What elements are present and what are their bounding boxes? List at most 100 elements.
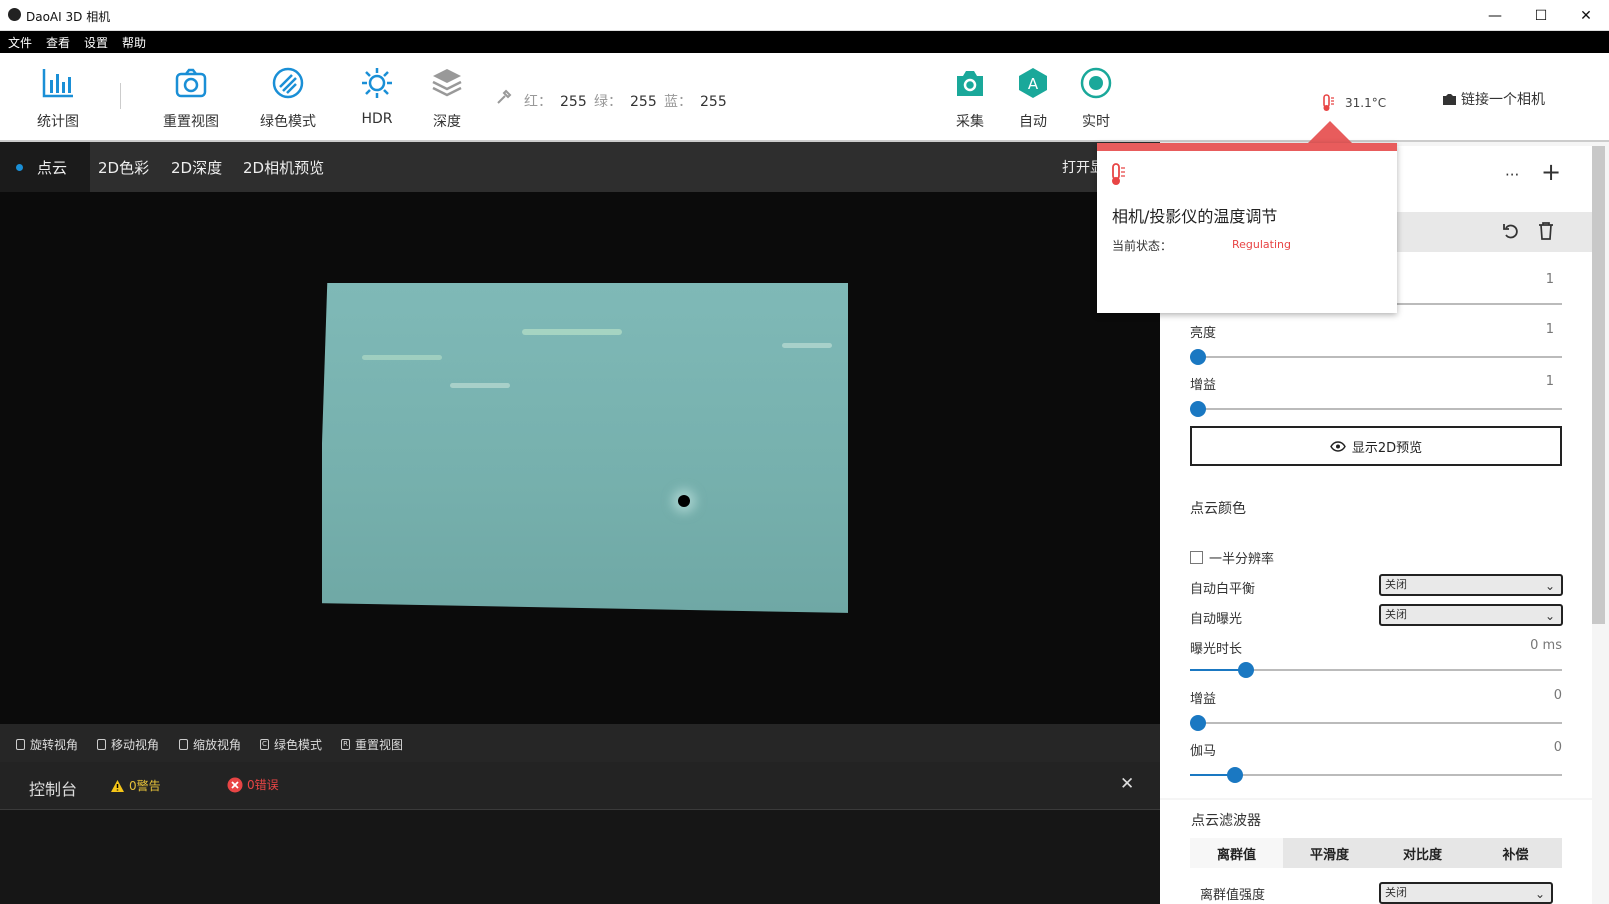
sun-icon	[359, 65, 395, 101]
zoom-view-hint[interactable]: 缩放视角	[179, 736, 241, 753]
maximize-button[interactable]: ☐	[1518, 0, 1564, 31]
temperature-popup: 相机/投影仪的温度调节 当前状态： Regulating	[1097, 143, 1397, 313]
thermometer-icon[interactable]	[1321, 94, 1335, 116]
tab-2d-color[interactable]: 2D色彩	[98, 142, 149, 192]
reset-view-label: 重置视图	[163, 114, 219, 130]
show-2d-preview-button[interactable]: 显示2D预览	[1190, 426, 1562, 466]
green-readout: 绿： 255	[594, 91, 657, 111]
exposure-time-value: 0 ms	[1530, 638, 1562, 653]
brightness-slider[interactable]	[1190, 349, 1562, 365]
warnings-button[interactable]: 0警告	[110, 777, 161, 794]
tab-2d-camera-preview[interactable]: 2D相机预览	[243, 142, 324, 192]
close-window-button[interactable]: ✕	[1563, 0, 1609, 31]
stats-button[interactable]: 统计图	[18, 65, 98, 131]
undo-icon[interactable]	[1502, 222, 1520, 244]
gamma-slider[interactable]	[1190, 767, 1562, 783]
exposure-time-label: 曝光时长	[1190, 642, 1243, 657]
green-mode-label: 绿色模式	[260, 114, 316, 130]
bar-chart-icon	[40, 65, 76, 101]
reset-view-button[interactable]: 重置视图	[151, 65, 231, 131]
popup-title: 相机/投影仪的温度调节	[1112, 207, 1278, 226]
blue-readout: 蓝： 255	[664, 91, 727, 111]
slider-thumb[interactable]	[1227, 767, 1243, 783]
chevron-down-icon: ⌄	[1544, 609, 1555, 623]
tab-point-cloud[interactable]: 点云	[0, 142, 90, 192]
console-close-button[interactable]: ✕	[1120, 774, 1134, 794]
outlier-strength-select[interactable]: 关闭 ⌄	[1379, 882, 1553, 904]
toolbar-divider	[120, 83, 121, 109]
connect-camera-button[interactable]: 链接一个相机	[1442, 89, 1545, 109]
add-button[interactable]: +	[1541, 158, 1561, 186]
brightness-label: 亮度	[1190, 326, 1217, 341]
highlight-streak	[362, 355, 442, 360]
slider-thumb[interactable]	[1190, 349, 1206, 365]
top-slider-value: 1	[1545, 272, 1554, 287]
mouse-icon	[179, 739, 188, 750]
gain-value: 1	[1545, 374, 1554, 389]
capture-label: 采集	[956, 114, 984, 130]
menu-settings[interactable]: 设置	[84, 34, 108, 51]
menu-bar: 文件 查看 设置 帮助	[0, 31, 1609, 53]
live-button[interactable]: 实时	[1056, 65, 1136, 131]
auto-white-balance-select[interactable]: 关闭 ⌄	[1379, 574, 1563, 596]
console-header: 控制台 0警告 0错误 ✕	[0, 762, 1160, 810]
depth-button[interactable]: 深度	[407, 65, 487, 131]
menu-help[interactable]: 帮助	[122, 34, 146, 51]
filter-tab-outlier[interactable]: 离群值	[1190, 838, 1283, 868]
gain2-slider[interactable]	[1190, 715, 1562, 731]
gain2-value: 0	[1553, 688, 1562, 703]
menu-file[interactable]: 文件	[8, 34, 32, 51]
panel-scrollbar[interactable]	[1592, 146, 1605, 624]
rotate-view-hint[interactable]: 旋转视角	[16, 736, 78, 753]
blue-value: 255	[700, 94, 727, 110]
auto-exposure-value: 关闭	[1385, 608, 1407, 621]
pan-view-hint[interactable]: 移动视角	[97, 736, 159, 753]
filter-tab-smoothness[interactable]: 平滑度	[1283, 838, 1376, 868]
green-mode-hint-label: 绿色模式	[274, 738, 323, 752]
chevron-down-icon: ⌄	[1534, 887, 1545, 901]
point-cloud-filter-title: 点云滤波器	[1191, 813, 1261, 829]
point-cloud-render	[322, 283, 848, 613]
gain2-label: 增益	[1190, 692, 1217, 707]
thermometer-icon	[1109, 163, 1127, 191]
half-resolution-checkbox[interactable]: 一半分辨率	[1190, 548, 1274, 567]
trash-icon[interactable]	[1538, 222, 1554, 244]
filter-tab-compensation[interactable]: 补偿	[1469, 838, 1562, 868]
green-mode-hint[interactable]: C 绿色模式	[260, 736, 322, 753]
highlight-streak	[782, 343, 832, 348]
auto-label: 自动	[1019, 114, 1047, 130]
error-icon	[227, 777, 243, 792]
slider-thumb[interactable]	[1190, 401, 1206, 417]
slider-thumb[interactable]	[1190, 715, 1206, 731]
record-icon	[1078, 65, 1114, 101]
brightness-value: 1	[1545, 322, 1554, 337]
more-options-button[interactable]: ···	[1505, 166, 1519, 184]
menu-view[interactable]: 查看	[46, 34, 70, 51]
errors-button[interactable]: 0错误	[227, 776, 279, 793]
half-resolution-label: 一半分辨率	[1209, 552, 1275, 567]
warning-icon	[111, 779, 124, 792]
auto-white-balance-label: 自动白平衡	[1190, 582, 1256, 597]
view-tabs: 点云 2D色彩 2D深度 2D相机预览 打开显	[0, 142, 1160, 192]
hdr-button[interactable]: HDR	[337, 65, 417, 127]
toolbar: 统计图 重置视图 绿色模式 HDR 深度 红： 255 绿： 255 蓝： 255 采…	[0, 53, 1609, 142]
gain-slider[interactable]	[1190, 401, 1562, 417]
auto-exposure-select[interactable]: 关闭 ⌄	[1379, 604, 1563, 626]
depth-label: 深度	[433, 114, 461, 130]
minimize-button[interactable]: —	[1472, 0, 1518, 31]
mouse-icon	[97, 739, 106, 750]
key-c-icon: C	[260, 739, 269, 750]
eyedropper-icon[interactable]	[496, 89, 512, 109]
tab-2d-depth[interactable]: 2D深度	[171, 142, 222, 192]
window-title: DaoAI 3D 相机	[26, 10, 111, 24]
green-mode-button[interactable]: 绿色模式	[248, 65, 328, 131]
camera-reset-icon	[173, 65, 209, 101]
exposure-time-slider[interactable]	[1190, 662, 1562, 678]
mouse-icon	[16, 739, 25, 750]
view-controls-bar: 旋转视角 移动视角 缩放视角 C 绿色模式 R 重置视图	[0, 724, 1160, 762]
reset-view-hint[interactable]: R 重置视图	[341, 736, 403, 753]
checkbox-box[interactable]	[1190, 551, 1203, 564]
filter-tab-contrast[interactable]: 对比度	[1376, 838, 1469, 868]
slider-thumb[interactable]	[1238, 662, 1254, 678]
point-cloud-color-title: 点云颜色	[1190, 501, 1246, 517]
